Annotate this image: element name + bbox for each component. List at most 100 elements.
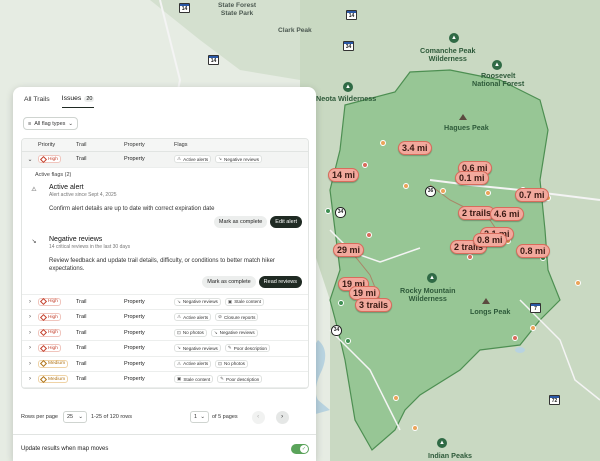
chevron-right-icon[interactable]: › xyxy=(22,376,38,382)
priority-icon xyxy=(39,359,48,368)
flag-label: Poor description xyxy=(226,376,260,382)
trail-marker[interactable] xyxy=(467,254,473,260)
property-cell: Property xyxy=(124,345,145,352)
tab-all-trails[interactable]: All Trails xyxy=(24,95,50,108)
flag-tag: ✎ Poor description xyxy=(224,344,270,353)
issues-panel: All Trails Issues 20 ≡ All flag types ⌄ … xyxy=(13,87,316,461)
trail-marker[interactable] xyxy=(412,425,418,431)
column-header-flags: Flags xyxy=(174,142,188,148)
mark-complete-button[interactable]: Mark as complete xyxy=(213,215,268,228)
filter-label: All flag types xyxy=(34,120,66,127)
priority-label: Medium xyxy=(48,361,66,366)
flag-type-filter[interactable]: ≡ All flag types ⌄ xyxy=(23,117,79,130)
map-pin[interactable]: 0.7 mi xyxy=(515,188,549,202)
flag-card-negative-reviews: ↘ Negative reviews 14 critical reviews i… xyxy=(22,236,308,288)
map-pin[interactable]: 3 trails xyxy=(355,298,393,312)
highway-shield: 7 xyxy=(530,303,541,313)
table-row[interactable]: › Medium Trail Property ▣ Stale content ✎ Poor … xyxy=(22,372,308,388)
priority-icon xyxy=(39,297,48,306)
map-pin[interactable]: 0.8 mi xyxy=(516,244,550,258)
trail-marker[interactable] xyxy=(380,140,386,146)
map-pin[interactable]: 3.4 mi xyxy=(398,141,432,155)
flag-label: Stale content xyxy=(183,376,211,382)
tree-icon: ▲ xyxy=(343,82,353,92)
trail-marker[interactable] xyxy=(403,183,409,189)
page-select[interactable]: 1 ⌄ xyxy=(189,411,209,423)
flag-tag: ↘ Negative reviews xyxy=(210,328,258,337)
trail-marker[interactable] xyxy=(362,162,368,168)
property-cell: Property xyxy=(124,329,145,336)
flag-label: Stale content xyxy=(234,299,262,305)
trail-marker[interactable] xyxy=(485,190,491,196)
table-row[interactable]: › High Trail Property ⊡ No photos ↘ Negative re… xyxy=(22,326,308,341)
property-cell: Property xyxy=(124,314,145,321)
chevron-down-icon[interactable]: ⌄ xyxy=(22,156,38,163)
trail-marker[interactable] xyxy=(512,335,518,341)
highway-shield: 34 xyxy=(331,325,342,336)
map-pin[interactable]: 0.1 mi xyxy=(455,171,489,185)
map-pin[interactable]: 29 mi xyxy=(333,243,365,257)
table-row[interactable]: › High Trail Property ⚠ Active alerts ⊘ Closure… xyxy=(22,310,308,326)
trail-cell: Trail xyxy=(76,314,87,321)
update-on-move-toggle[interactable]: ✓ xyxy=(291,444,309,454)
priority-icon xyxy=(39,344,48,352)
chevron-right-icon[interactable]: › xyxy=(22,314,38,320)
chevron-right-icon[interactable]: › xyxy=(22,345,38,351)
property-cell: Property xyxy=(124,376,145,383)
row-range: 1-25 of 120 rows xyxy=(91,414,132,420)
check-icon: ✓ xyxy=(300,445,308,453)
chevron-right-icon[interactable]: › xyxy=(22,361,38,367)
closure-icon: ⊘ xyxy=(218,314,223,320)
trail-marker[interactable] xyxy=(325,208,331,214)
trail-cell: Trail xyxy=(76,329,87,336)
flag-label: Negative reviews xyxy=(224,156,259,162)
peak-icon xyxy=(482,298,490,304)
tab-label: Issues xyxy=(61,95,82,102)
flag-label: Active alerts xyxy=(183,156,209,162)
mark-complete-button[interactable]: Mark as complete xyxy=(202,275,256,288)
chevron-right-icon: › xyxy=(281,414,284,420)
table-row-expanded[interactable]: ⌄ High Trail Property ⚠ Active alerts ↘ Ne… xyxy=(22,152,308,168)
table-row[interactable]: › High Trail Property ↘ Negative reviews ▣ Stal… xyxy=(22,295,308,310)
card-body: Review feedback and update trail details… xyxy=(49,257,275,272)
alert-icon: ⚠ xyxy=(177,314,182,320)
trail-marker[interactable] xyxy=(393,395,399,401)
priority-label: High xyxy=(48,156,58,162)
chevron-right-icon[interactable]: › xyxy=(22,330,38,336)
priority-label: High xyxy=(48,330,58,335)
edit-alert-button[interactable]: Edit alert xyxy=(270,215,302,228)
highway-shield: 34 xyxy=(335,207,346,218)
rows-per-page-select[interactable]: 25 ⌄ xyxy=(63,411,87,423)
trend-down-icon: ↘ xyxy=(177,298,181,304)
trail-marker[interactable] xyxy=(345,338,351,344)
read-reviews-button[interactable]: Read reviews xyxy=(258,275,302,288)
tab-issues[interactable]: Issues 20 xyxy=(61,95,95,108)
trail-marker[interactable] xyxy=(366,232,372,238)
trail-marker[interactable] xyxy=(575,280,581,286)
map-label-roosevelt: Roosevelt National Forest xyxy=(472,71,525,88)
rows-per-page-label: Rows per page xyxy=(21,414,58,420)
flag-tag: ↘ Negative reviews xyxy=(215,155,262,164)
table-row[interactable]: › High Trail Property ↘ Negative reviews ✎ Poor… xyxy=(22,341,308,357)
tree-icon: ▲ xyxy=(427,273,437,283)
trend-down-icon: ↘ xyxy=(218,156,223,162)
trail-marker[interactable] xyxy=(530,325,536,331)
flag-label: Closure reports xyxy=(224,314,256,320)
chevron-right-icon[interactable]: › xyxy=(22,299,38,305)
map-pin[interactable]: 4.6 mi xyxy=(490,207,524,221)
highway-shield: 14 xyxy=(346,10,357,20)
map-label-clark-peak: Clark Peak xyxy=(278,27,312,34)
trail-marker[interactable] xyxy=(440,188,446,194)
next-page-button[interactable]: › xyxy=(275,410,289,424)
trail-marker[interactable] xyxy=(338,300,344,306)
map-pin[interactable]: 14 mi xyxy=(328,168,360,182)
table-row[interactable]: › Medium Trail Property ⚠ Active alerts ⊡ No ph… xyxy=(22,357,308,372)
page-count: of 5 pages xyxy=(211,414,238,420)
priority-badge: High xyxy=(38,155,61,163)
property-cell: Property xyxy=(124,298,145,305)
prev-page-button[interactable]: ‹ xyxy=(251,410,265,424)
map-pin[interactable]: 0.8 mi xyxy=(473,233,507,247)
property-cell: Property xyxy=(124,156,145,163)
map-label-state-forest: State Forest State Park xyxy=(218,2,257,17)
flag-tag: ↘ Negative reviews xyxy=(174,344,221,353)
